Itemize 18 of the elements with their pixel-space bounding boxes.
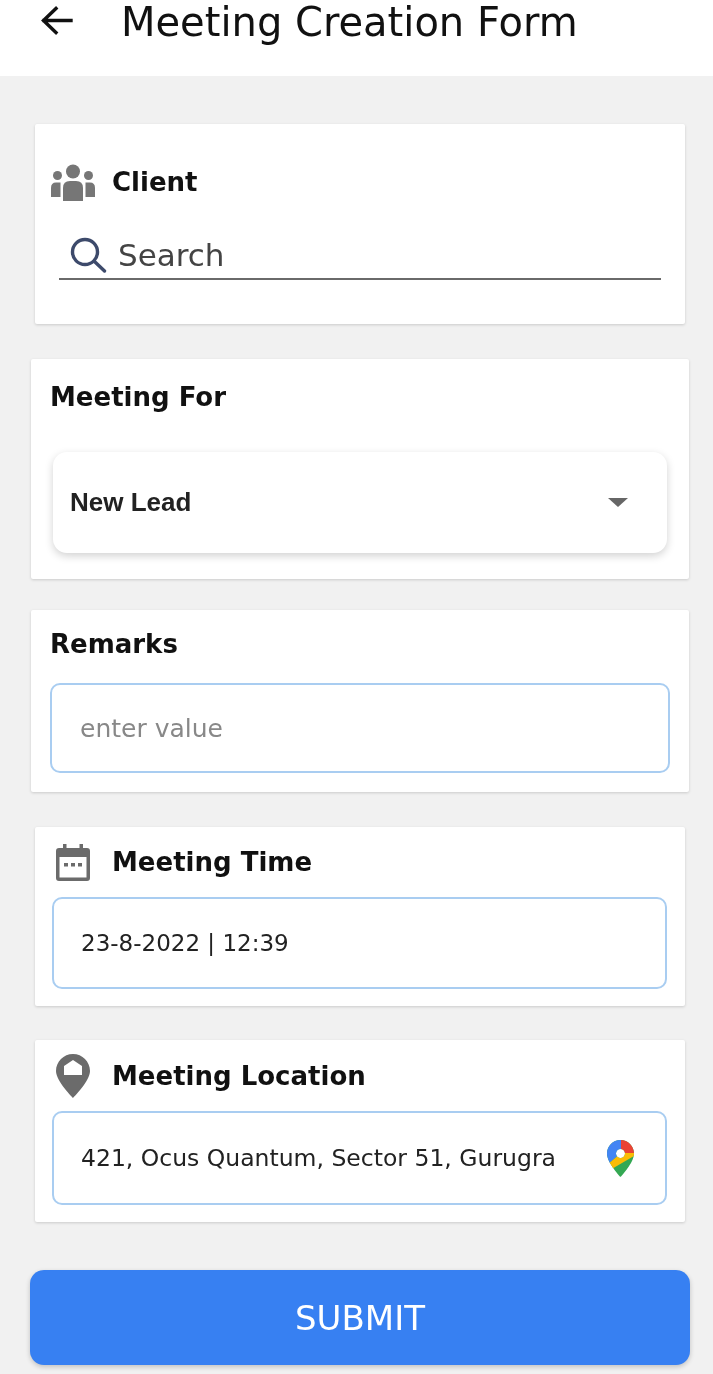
location-pin-icon xyxy=(56,1054,90,1098)
date-time-field[interactable]: 23-8-2022 | 12:39 xyxy=(52,897,667,989)
location-field[interactable]: 421, Ocus Quantum, Sector 51, Gurugra xyxy=(52,1111,667,1205)
calendar-icon xyxy=(56,843,90,881)
remarks-field[interactable]: enter value xyxy=(50,683,670,773)
field-label: Client xyxy=(112,166,198,199)
page-title: Meeting Creation Form xyxy=(121,0,578,44)
caret-icon xyxy=(608,498,628,507)
search-icon xyxy=(70,237,107,273)
field-label: Remarks xyxy=(50,628,178,661)
people-icon xyxy=(51,163,95,201)
search-field[interactable]: Search xyxy=(59,232,661,280)
dropdown-select[interactable]: New Lead xyxy=(53,452,667,553)
field-label: Meeting For xyxy=(50,381,227,414)
back-arrow-icon[interactable] xyxy=(40,5,73,36)
field-label: Meeting Location xyxy=(112,1060,366,1093)
field-label: Meeting Time xyxy=(112,846,313,879)
submit-button[interactable]: SUBMIT xyxy=(30,1270,690,1365)
